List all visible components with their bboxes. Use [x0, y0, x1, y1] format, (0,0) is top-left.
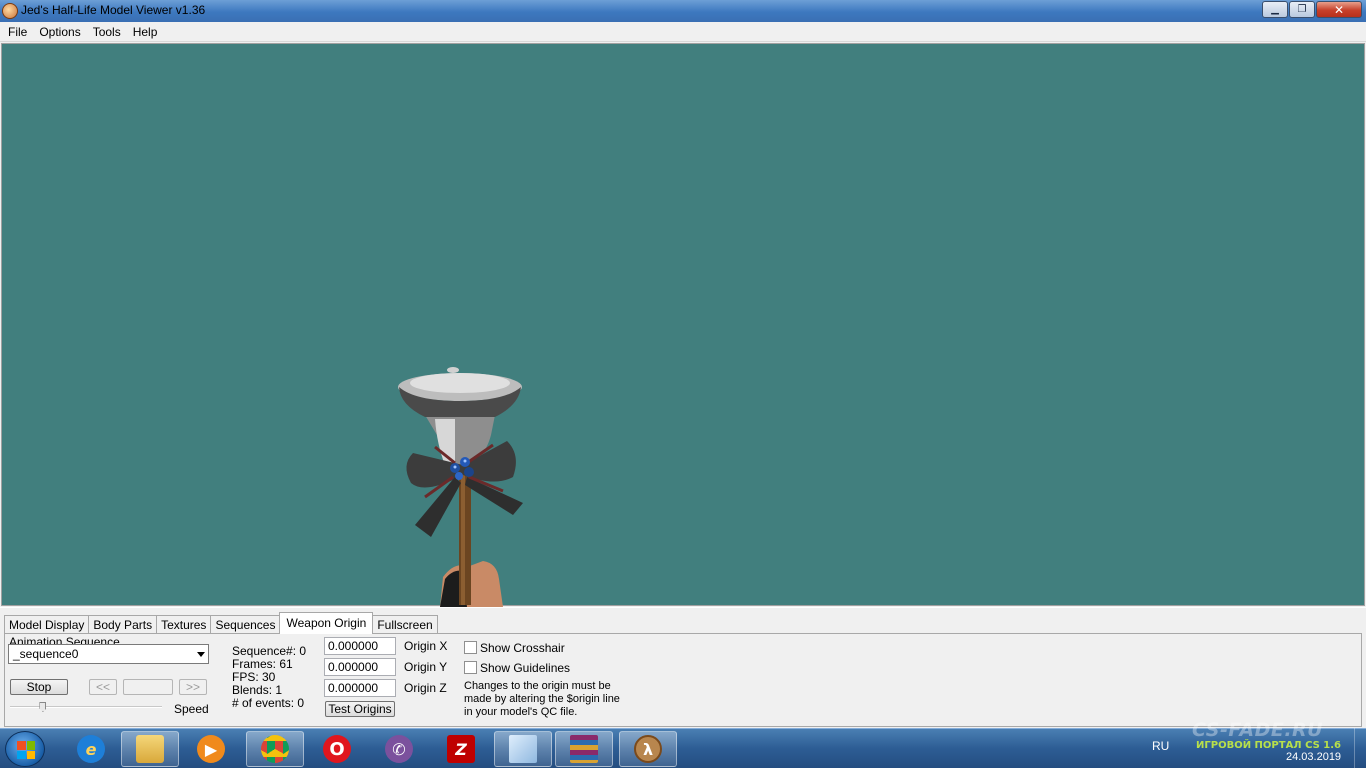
tab-weapon-origin[interactable]: Weapon Origin	[279, 612, 374, 634]
frame-field[interactable]	[123, 679, 173, 695]
folder-icon	[136, 735, 164, 763]
origin-y-input[interactable]: 0.000000	[324, 658, 396, 676]
tab-body-parts[interactable]: Body Parts	[88, 615, 158, 634]
taskbar-opera[interactable]: O	[308, 731, 366, 767]
animation-sequence-value: _sequence0	[13, 647, 79, 661]
menu-bar: File Options Tools Help	[0, 22, 1366, 42]
chevron-down-icon	[197, 652, 205, 657]
tab-textures[interactable]: Textures	[156, 615, 212, 634]
taskbar-internet-explorer[interactable]: e	[62, 731, 120, 767]
menu-help[interactable]: Help	[127, 23, 164, 41]
notepad-icon	[509, 735, 537, 763]
speed-slider-track[interactable]	[10, 706, 162, 708]
close-button[interactable]: ✕	[1316, 1, 1362, 18]
show-crosshair-label: Show Crosshair	[480, 641, 565, 655]
show-guidelines-checkbox[interactable]	[464, 661, 477, 674]
winrar-icon	[570, 735, 598, 763]
sequence-number-text: Sequence#: 0	[232, 644, 307, 658]
opera-icon: O	[323, 735, 351, 763]
origin-x-label: Origin X	[404, 639, 448, 653]
windows-logo-icon	[17, 741, 35, 759]
window-title: Jed's Half-Life Model Viewer v1.36	[21, 3, 206, 17]
origin-z-label: Origin Z	[404, 681, 447, 695]
weapon-model	[398, 367, 523, 607]
viber-icon: ✆	[385, 735, 413, 763]
minimize-button[interactable]: ▁	[1262, 1, 1288, 18]
watermark-title: CS-FADE.RU	[1192, 719, 1324, 741]
filezilla-icon: Z	[447, 735, 475, 763]
origin-note-line-2: made by altering the $origin line	[464, 693, 620, 705]
taskbar-chrome[interactable]	[246, 731, 304, 767]
stop-button[interactable]: Stop	[10, 679, 68, 695]
fps-text: FPS: 30	[232, 670, 276, 684]
origin-note: Changes to the origin must be made by al…	[464, 680, 624, 719]
origin-z-input[interactable]: 0.000000	[324, 679, 396, 697]
taskbar-file-explorer[interactable]	[121, 731, 179, 767]
window-controls: ▁ ❐ ✕	[1261, 1, 1362, 18]
menu-file[interactable]: File	[2, 23, 33, 41]
tab-strip: Model Display Body Parts Textures Sequen…	[4, 612, 438, 634]
origin-x-input[interactable]: 0.000000	[324, 637, 396, 655]
menu-tools[interactable]: Tools	[87, 23, 127, 41]
speed-label: Speed	[174, 702, 209, 716]
tab-fullscreen[interactable]: Fullscreen	[372, 615, 438, 634]
tab-sequences[interactable]: Sequences	[210, 615, 281, 634]
title-bar: Jed's Half-Life Model Viewer v1.36 ▁ ❐ ✕	[0, 0, 1366, 22]
test-origins-button[interactable]: Test Origins	[325, 701, 395, 717]
language-indicator[interactable]: RU	[1152, 739, 1169, 753]
chrome-icon	[261, 735, 289, 763]
tab-model-display[interactable]: Model Display	[4, 615, 90, 634]
internet-explorer-icon: e	[77, 735, 105, 763]
taskbar-media-player[interactable]: ▶	[182, 731, 240, 767]
app-icon	[2, 3, 18, 19]
clock-date[interactable]: 24.03.2019	[1286, 751, 1341, 763]
taskbar-viber[interactable]: ✆	[370, 731, 428, 767]
origin-note-line-1: Changes to the origin must be	[464, 680, 611, 692]
maximize-button[interactable]: ❐	[1289, 1, 1315, 18]
events-text: # of events: 0	[232, 696, 305, 710]
media-player-icon: ▶	[197, 735, 225, 763]
blends-text: Blends: 1	[232, 683, 283, 697]
taskbar-winrar[interactable]	[555, 731, 613, 767]
show-desktop-button[interactable]	[1354, 728, 1366, 768]
frames-text: Frames: 61	[232, 657, 293, 671]
model-viewport[interactable]	[1, 43, 1365, 606]
start-button[interactable]	[5, 731, 45, 767]
show-guidelines-label: Show Guidelines	[480, 661, 571, 675]
watermark-subtitle: ИГРОВОЙ ПОРТАЛ CS 1.6	[1196, 740, 1342, 751]
half-life-icon: λ	[634, 735, 662, 763]
menu-options[interactable]: Options	[33, 23, 86, 41]
next-frame-button[interactable]: >>	[179, 679, 207, 695]
taskbar-filezilla[interactable]: Z	[432, 731, 490, 767]
show-crosshair-checkbox[interactable]	[464, 641, 477, 654]
previous-frame-button[interactable]: <<	[89, 679, 117, 695]
taskbar-model-viewer[interactable]: λ	[619, 731, 677, 767]
animation-sequence-select[interactable]: _sequence0	[8, 644, 209, 664]
origin-y-label: Origin Y	[404, 660, 448, 674]
origin-note-line-3: in your model's QC file.	[464, 706, 578, 718]
taskbar-notepad[interactable]	[494, 731, 552, 767]
